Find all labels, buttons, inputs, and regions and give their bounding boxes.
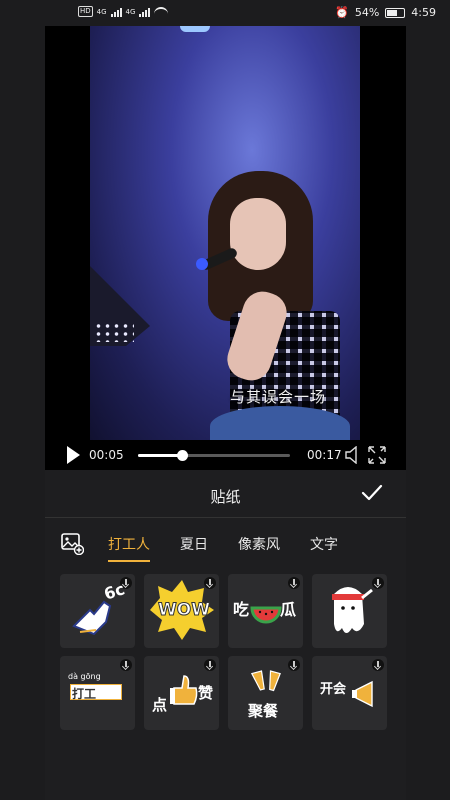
singer-jeans (210, 406, 350, 440)
panel-title: 贴纸 (210, 488, 241, 506)
current-time: 00:05 (89, 448, 124, 462)
download-icon (372, 577, 384, 589)
signal-2-icon (139, 7, 151, 17)
sticker-card-ghost[interactable] (312, 574, 387, 648)
sticker-card-dagong[interactable]: dà gōng 打工 (60, 656, 135, 730)
tab-xiari[interactable]: 夏日 (180, 534, 208, 554)
network-1-label: 4G (96, 7, 107, 16)
editor-frame: 与其误会一场 00:05 00:17 贴纸 打工人 夏日 像素风 文字 6c W… (45, 26, 406, 800)
signal-1-icon (110, 7, 122, 17)
download-icon (288, 577, 300, 589)
progress-track[interactable] (138, 450, 290, 461)
sticker-card-wow[interactable]: WOW (144, 574, 219, 648)
network-2-label: 4G (125, 7, 136, 16)
sticker-card-jucan[interactable]: 聚餐 (228, 656, 303, 730)
sticker-dianzan-text-b: 赞 (198, 684, 214, 702)
download-icon (204, 577, 216, 589)
video-preview[interactable]: 与其误会一场 (45, 26, 406, 440)
download-icon (120, 659, 132, 671)
sticker-card-6c[interactable]: 6c (60, 574, 135, 648)
tab-active-underline (108, 560, 150, 562)
sticker-dagong-text: 打工 (72, 687, 97, 701)
status-bar: HD 4G 4G ⏰ 54% 4:59 (0, 0, 450, 26)
sticker-tabs: 打工人 夏日 像素风 文字 (45, 526, 406, 566)
battery-icon (385, 7, 406, 18)
volume-icon[interactable] (345, 446, 359, 464)
alarm-icon: ⏰ (335, 6, 349, 19)
stage-light (180, 26, 210, 32)
status-left: HD 4G 4G (78, 6, 169, 17)
sticker-chigua-text-a: 吃 (233, 600, 250, 619)
player-controls: 00:05 00:17 (45, 440, 406, 470)
tab-dagongren[interactable]: 打工人 (108, 534, 150, 554)
status-right: ⏰ 54% 4:59 (335, 6, 436, 19)
tab-wenzi[interactable]: 文字 (310, 534, 338, 554)
sticker-dianzan-text-a: 点 (152, 696, 168, 714)
clock-time: 4:59 (411, 6, 436, 19)
sticker-panel-header: 贴纸 (45, 470, 406, 518)
fullscreen-icon[interactable] (367, 445, 387, 465)
add-image-icon[interactable] (60, 531, 84, 555)
tab-xiangsufeng[interactable]: 像素风 (238, 534, 280, 554)
play-icon[interactable] (67, 446, 80, 464)
download-icon (372, 659, 384, 671)
confirm-check-icon[interactable] (361, 484, 383, 502)
progress-thumb[interactable] (177, 450, 189, 461)
battery-percent: 54% (354, 6, 380, 19)
progress-fill (138, 454, 183, 457)
sticker-kaihui-text: 开会 (320, 682, 347, 697)
download-icon (288, 659, 300, 671)
download-icon (204, 659, 216, 671)
video-frame[interactable]: 与其误会一场 (90, 26, 360, 440)
stand-dots (94, 322, 134, 342)
sticker-card-kaihui[interactable]: 开会 (312, 656, 387, 730)
sticker-wow-text: WOW (158, 600, 211, 621)
sticker-card-chigua[interactable]: 吃 瓜 (228, 574, 303, 648)
video-subtitle: 与其误会一场 (230, 388, 327, 406)
duration-time: 00:17 (307, 448, 342, 462)
microphone-head (196, 258, 208, 270)
wifi-icon (154, 6, 169, 17)
hd-badge: HD (78, 6, 93, 17)
sticker-jucan-text: 聚餐 (248, 702, 279, 720)
singer-face (230, 198, 286, 270)
sticker-chigua-text-b: 瓜 (280, 600, 297, 619)
sticker-card-dianzan[interactable]: 点 赞 (144, 656, 219, 730)
sticker-dagong-pinyin: dà gōng (68, 672, 101, 681)
